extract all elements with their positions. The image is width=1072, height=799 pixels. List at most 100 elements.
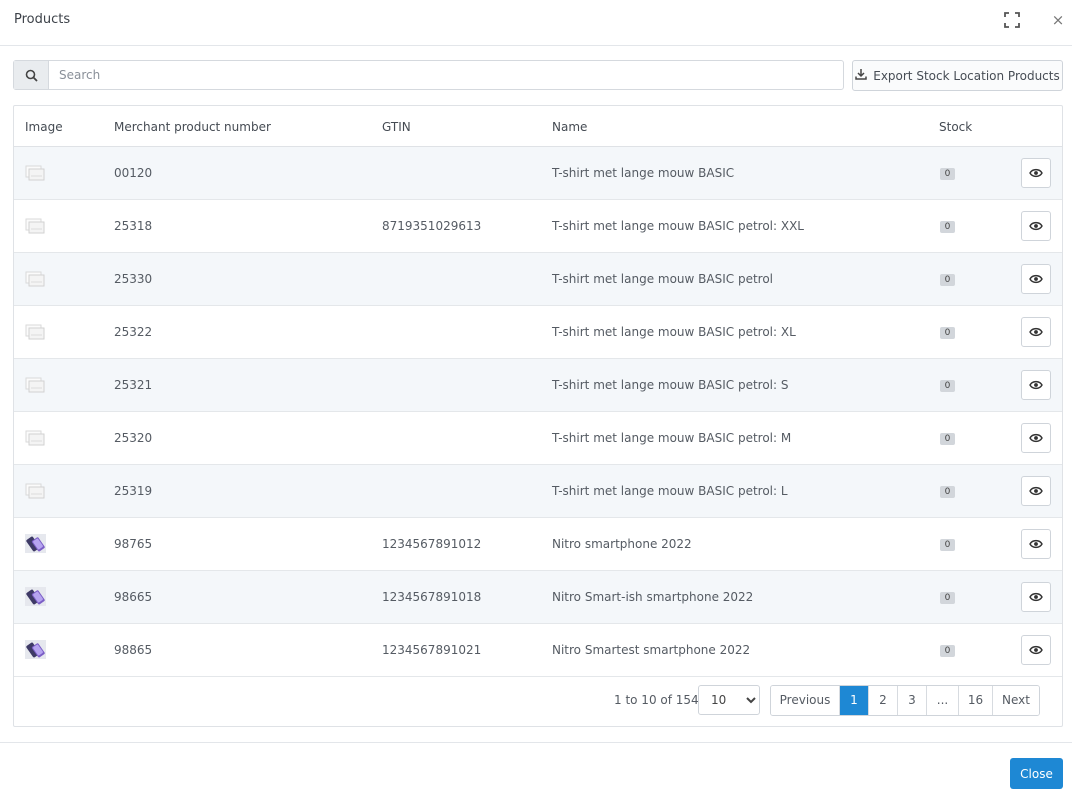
product-name: T-shirt met lange mouw BASIC petrol: XL xyxy=(552,325,796,339)
eye-icon xyxy=(1029,433,1043,443)
eye-icon xyxy=(1029,539,1043,549)
merchant-product-number: 25318 xyxy=(114,219,153,233)
table-row: 25320 T-shirt met lange mouw BASIC petrol… xyxy=(14,412,1062,465)
close-button[interactable]: Close xyxy=(1010,758,1063,789)
eye-icon xyxy=(1029,168,1043,178)
per-page-select[interactable]: 10 xyxy=(698,685,760,715)
gtin: 1234567891018 xyxy=(382,590,482,604)
placeholder-image-icon xyxy=(25,269,46,288)
table-row: 98665 1234567891018 Nitro Smart-ish smartp… xyxy=(14,571,1062,624)
stock-badge: 0 xyxy=(940,645,955,657)
search-input[interactable] xyxy=(49,61,843,89)
pagination-previous[interactable]: Previous xyxy=(771,686,840,715)
results-summary: 1 to 10 of 154 xyxy=(614,693,699,707)
merchant-product-number: 00120 xyxy=(114,166,153,180)
product-name: Nitro smartphone 2022 xyxy=(552,537,692,551)
stock-badge: 0 xyxy=(940,327,955,339)
stock-badge: 0 xyxy=(940,168,955,180)
view-product-button[interactable] xyxy=(1021,370,1051,400)
table-row: 25319 T-shirt met lange mouw BASIC petrol… xyxy=(14,465,1062,518)
stock-badge: 0 xyxy=(940,380,955,392)
product-name: T-shirt met lange mouw BASIC petrol xyxy=(552,272,774,286)
view-product-button[interactable] xyxy=(1021,529,1051,559)
gtin: 8719351029613 xyxy=(382,219,482,233)
table-row: 25322 T-shirt met lange mouw BASIC petrol… xyxy=(14,306,1062,359)
smartphone-thumbnail xyxy=(25,640,46,659)
pagination-page-3[interactable]: 3 xyxy=(898,686,927,715)
products-modal: Products × Export Stock Location Product… xyxy=(0,0,1072,799)
column-header-stock[interactable]: Stock xyxy=(939,120,972,134)
view-product-button[interactable] xyxy=(1021,582,1051,612)
smartphone-thumbnail xyxy=(25,587,46,606)
smartphone-thumbnail xyxy=(25,534,46,553)
merchant-product-number: 98665 xyxy=(114,590,153,604)
modal-header: Products × xyxy=(0,0,1072,46)
eye-icon xyxy=(1029,274,1043,284)
view-product-button[interactable] xyxy=(1021,264,1051,294)
placeholder-image-icon xyxy=(25,216,46,235)
table-body: 00120 T-shirt met lange mouw BASIC 0 25318 8… xyxy=(14,147,1062,677)
view-product-button[interactable] xyxy=(1021,635,1051,665)
product-name: T-shirt met lange mouw BASIC petrol: M xyxy=(552,431,792,445)
eye-icon xyxy=(1029,592,1043,602)
pagination: Previous 1 2 3... 16 Next xyxy=(770,685,1040,716)
eye-icon xyxy=(1029,486,1043,496)
table-row: 25318 8719351029613 T-shirt met lange mouw… xyxy=(14,200,1062,253)
eye-icon xyxy=(1029,221,1043,231)
gtin: 1234567891021 xyxy=(382,643,482,657)
table-row: 98765 1234567891012 Nitro smartphone 2022 0 xyxy=(14,518,1062,571)
maximize-icon[interactable] xyxy=(1003,11,1021,29)
search-icon xyxy=(14,61,49,89)
column-header-merchant-product-number[interactable]: Merchant product number xyxy=(114,120,271,134)
pagination-next[interactable]: Next xyxy=(993,686,1039,715)
placeholder-image-icon xyxy=(25,481,46,500)
placeholder-image-icon xyxy=(25,322,46,341)
stock-badge: 0 xyxy=(940,592,955,604)
gtin: 1234567891012 xyxy=(382,537,482,551)
eye-icon xyxy=(1029,327,1043,337)
view-product-button[interactable] xyxy=(1021,476,1051,506)
product-name: T-shirt met lange mouw BASIC petrol: S xyxy=(552,378,789,392)
eye-icon xyxy=(1029,645,1043,655)
column-header-gtin[interactable]: GTIN xyxy=(382,120,411,134)
pagination-page-16[interactable]: 16 xyxy=(959,686,993,715)
merchant-product-number: 25322 xyxy=(114,325,153,339)
product-name: T-shirt met lange mouw BASIC petrol: L xyxy=(552,484,788,498)
product-name: Nitro Smart-ish smartphone 2022 xyxy=(552,590,754,604)
stock-badge: 0 xyxy=(940,486,955,498)
view-product-button[interactable] xyxy=(1021,423,1051,453)
eye-icon xyxy=(1029,380,1043,390)
table-footer: 1 to 10 of 154 10 Previous 1 2 3... 16 Next xyxy=(14,674,1062,726)
pagination-page-2[interactable]: 2 xyxy=(869,686,898,715)
merchant-product-number: 25321 xyxy=(114,378,153,392)
merchant-product-number: 25319 xyxy=(114,484,153,498)
view-product-button[interactable] xyxy=(1021,158,1051,188)
table-row: 25321 T-shirt met lange mouw BASIC petrol… xyxy=(14,359,1062,412)
stock-badge: 0 xyxy=(940,274,955,286)
product-name: Nitro Smartest smartphone 2022 xyxy=(552,643,751,657)
merchant-product-number: 25320 xyxy=(114,431,153,445)
merchant-product-number: 98765 xyxy=(114,537,153,551)
pagination-page-1[interactable]: 1 xyxy=(840,686,869,715)
export-button-label: Export Stock Location Products xyxy=(873,68,1060,83)
column-header-image[interactable]: Image xyxy=(25,120,63,134)
placeholder-image-icon xyxy=(25,428,46,447)
column-header-name[interactable]: Name xyxy=(552,120,587,134)
pagination-ellipsis[interactable]: ... xyxy=(927,686,959,715)
products-table: Image Merchant product number GTIN Name … xyxy=(13,105,1063,727)
close-icon[interactable]: × xyxy=(1051,11,1065,29)
placeholder-image-icon xyxy=(25,163,46,182)
view-product-button[interactable] xyxy=(1021,317,1051,347)
download-icon xyxy=(855,68,867,83)
view-product-button[interactable] xyxy=(1021,211,1051,241)
export-stock-location-products-button[interactable]: Export Stock Location Products xyxy=(852,60,1063,91)
product-name: T-shirt met lange mouw BASIC xyxy=(552,166,735,180)
merchant-product-number: 25330 xyxy=(114,272,153,286)
product-name: T-shirt met lange mouw BASIC petrol: XXL xyxy=(552,219,804,233)
table-row: 98865 1234567891021 Nitro Smartest smartph… xyxy=(14,624,1062,677)
modal-footer: Close xyxy=(0,742,1072,799)
stock-badge: 0 xyxy=(940,221,955,233)
placeholder-image-icon xyxy=(25,375,46,394)
table-header: Image Merchant product number GTIN Name … xyxy=(14,106,1062,147)
table-row: 00120 T-shirt met lange mouw BASIC 0 xyxy=(14,147,1062,200)
